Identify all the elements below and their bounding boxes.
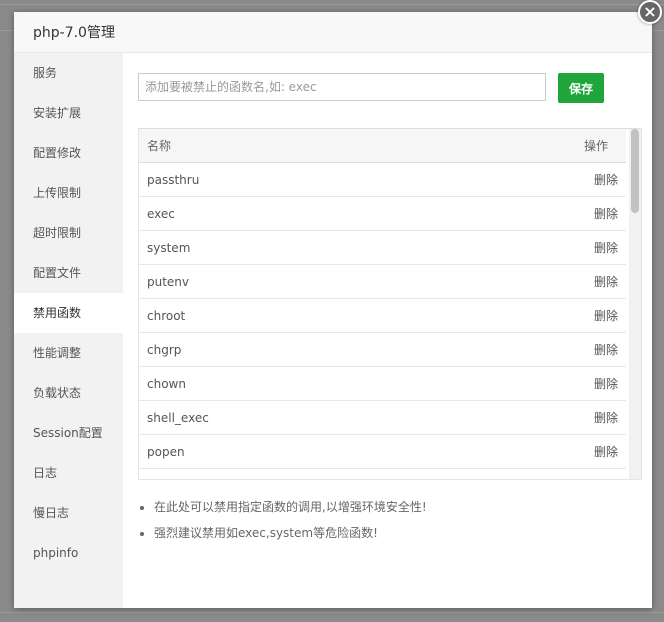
table-header: 名称 操作 [139,129,626,163]
table-row: chgrp 删除 [139,333,626,367]
sidebar-item[interactable]: Session配置 [14,413,123,453]
function-name: passthru [147,172,200,187]
sidebar-item[interactable]: 禁用函数 [14,293,123,333]
dialog-title: php-7.0管理 [33,25,115,41]
sidebar: 服务 安装扩展 配置修改 上传限制 超时限制 配置文件 禁用函数 性能调整 负载状态 Sessio… [14,53,123,608]
delete-link[interactable]: 删除 [566,307,626,324]
table-row: chown 删除 [139,367,626,401]
sidebar-item[interactable]: 慢日志 [14,493,123,533]
function-name-input[interactable] [138,73,546,101]
sidebar-item[interactable]: 性能调整 [14,333,123,373]
delete-link[interactable]: 删除 [566,409,626,426]
table-body: passthru 删除 exec 删除 system 删除 putenv 删除 chroot 删除… [139,163,641,469]
table-row: system 删除 [139,231,626,265]
disable-functions-panel: 保存 名称 操作 passthru 删除 exec 删除 system 删除 putenv 删… [123,53,652,608]
function-name: exec [147,206,175,221]
sidebar-item[interactable]: 安装扩展 [14,93,123,133]
sidebar-item[interactable]: 上传限制 [14,173,123,213]
function-name: chgrp [147,342,182,357]
close-icon[interactable]: × [638,0,662,24]
table-row: chroot 删除 [139,299,626,333]
function-name: system [147,240,191,255]
delete-link[interactable]: 删除 [566,443,626,460]
table-row: shell_exec 删除 [139,401,626,435]
delete-link[interactable]: 删除 [566,273,626,290]
php-manage-dialog: php-7.0管理 服务 安装扩展 配置修改 上传限制 超时限制 配置文件 禁用函数 性能调整… [14,12,652,608]
table-row: popen 删除 [139,435,626,469]
table-scrollbar[interactable] [629,129,641,479]
table-row: putenv 删除 [139,265,626,299]
delete-link[interactable]: 删除 [566,239,626,256]
function-name: popen [147,444,185,459]
sidebar-item[interactable]: 负载状态 [14,373,123,413]
function-name: shell_exec [147,410,209,425]
dialog-header: php-7.0管理 [14,12,652,53]
sidebar-item[interactable]: phpinfo [14,533,123,573]
delete-link[interactable]: 删除 [566,375,626,392]
sidebar-item[interactable]: 配置文件 [14,253,123,293]
function-name: putenv [147,274,190,289]
column-header-name: 名称 [147,139,172,153]
delete-link[interactable]: 删除 [566,205,626,222]
column-header-action: 操作 [583,139,608,153]
tip-item: 在此处可以禁用指定函数的调用,以增强环境安全性! [154,497,427,523]
function-name: chown [147,376,186,391]
sidebar-item[interactable]: 日志 [14,453,123,493]
sidebar-item[interactable]: 配置修改 [14,133,123,173]
delete-link[interactable]: 删除 [566,171,626,188]
table-row: passthru 删除 [139,163,626,197]
table-row: exec 删除 [139,197,626,231]
scrollbar-thumb[interactable] [631,129,639,213]
sidebar-item[interactable]: 超时限制 [14,213,123,253]
function-name: chroot [147,308,186,323]
tips-list: 在此处可以禁用指定函数的调用,以增强环境安全性!强烈建议禁用如exec,syst… [138,497,427,549]
save-button[interactable]: 保存 [558,73,604,103]
sidebar-item[interactable]: 服务 [14,53,123,93]
disabled-functions-table[interactable]: 名称 操作 passthru 删除 exec 删除 system 删除 putenv 删除 ch… [138,128,642,480]
delete-link[interactable]: 删除 [566,341,626,358]
tip-item: 强烈建议禁用如exec,system等危险函数! [154,523,427,549]
